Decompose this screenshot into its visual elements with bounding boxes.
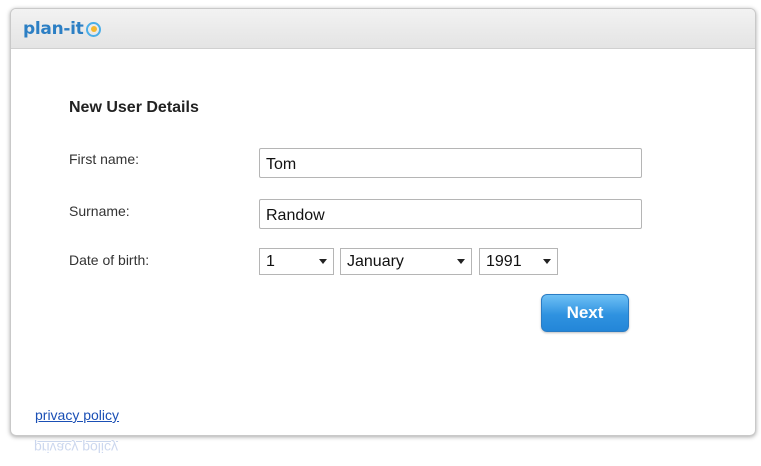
- first-name-label: First name:: [69, 151, 140, 167]
- chevron-down-icon: [543, 259, 551, 264]
- date-of-birth-label: Date of birth:: [69, 252, 150, 268]
- next-button[interactable]: Next: [541, 294, 629, 332]
- chevron-down-icon: [457, 259, 465, 264]
- surname-label: Surname:: [69, 203, 130, 219]
- form-title: New User Details: [69, 99, 199, 116]
- privacy-policy-reflection: privacy policy: [34, 440, 119, 456]
- signup-panel: plan-it New User Details First name: Sur…: [10, 8, 756, 436]
- birth-year-value: 1991: [486, 253, 522, 270]
- chevron-down-icon: [319, 259, 327, 264]
- birth-day-select[interactable]: 1: [259, 248, 334, 275]
- first-name-input[interactable]: [259, 148, 642, 178]
- birth-month-select[interactable]: January: [340, 248, 472, 275]
- header-bar: plan-it: [11, 9, 755, 49]
- target-icon: [86, 21, 102, 37]
- birth-month-value: January: [347, 253, 404, 270]
- surname-input[interactable]: [259, 199, 642, 229]
- birth-year-select[interactable]: 1991: [479, 248, 558, 275]
- brand-logo-text: plan-it: [23, 19, 84, 39]
- brand-logo[interactable]: plan-it: [23, 19, 102, 39]
- birth-day-value: 1: [266, 253, 275, 270]
- privacy-policy-link[interactable]: privacy policy: [35, 407, 119, 423]
